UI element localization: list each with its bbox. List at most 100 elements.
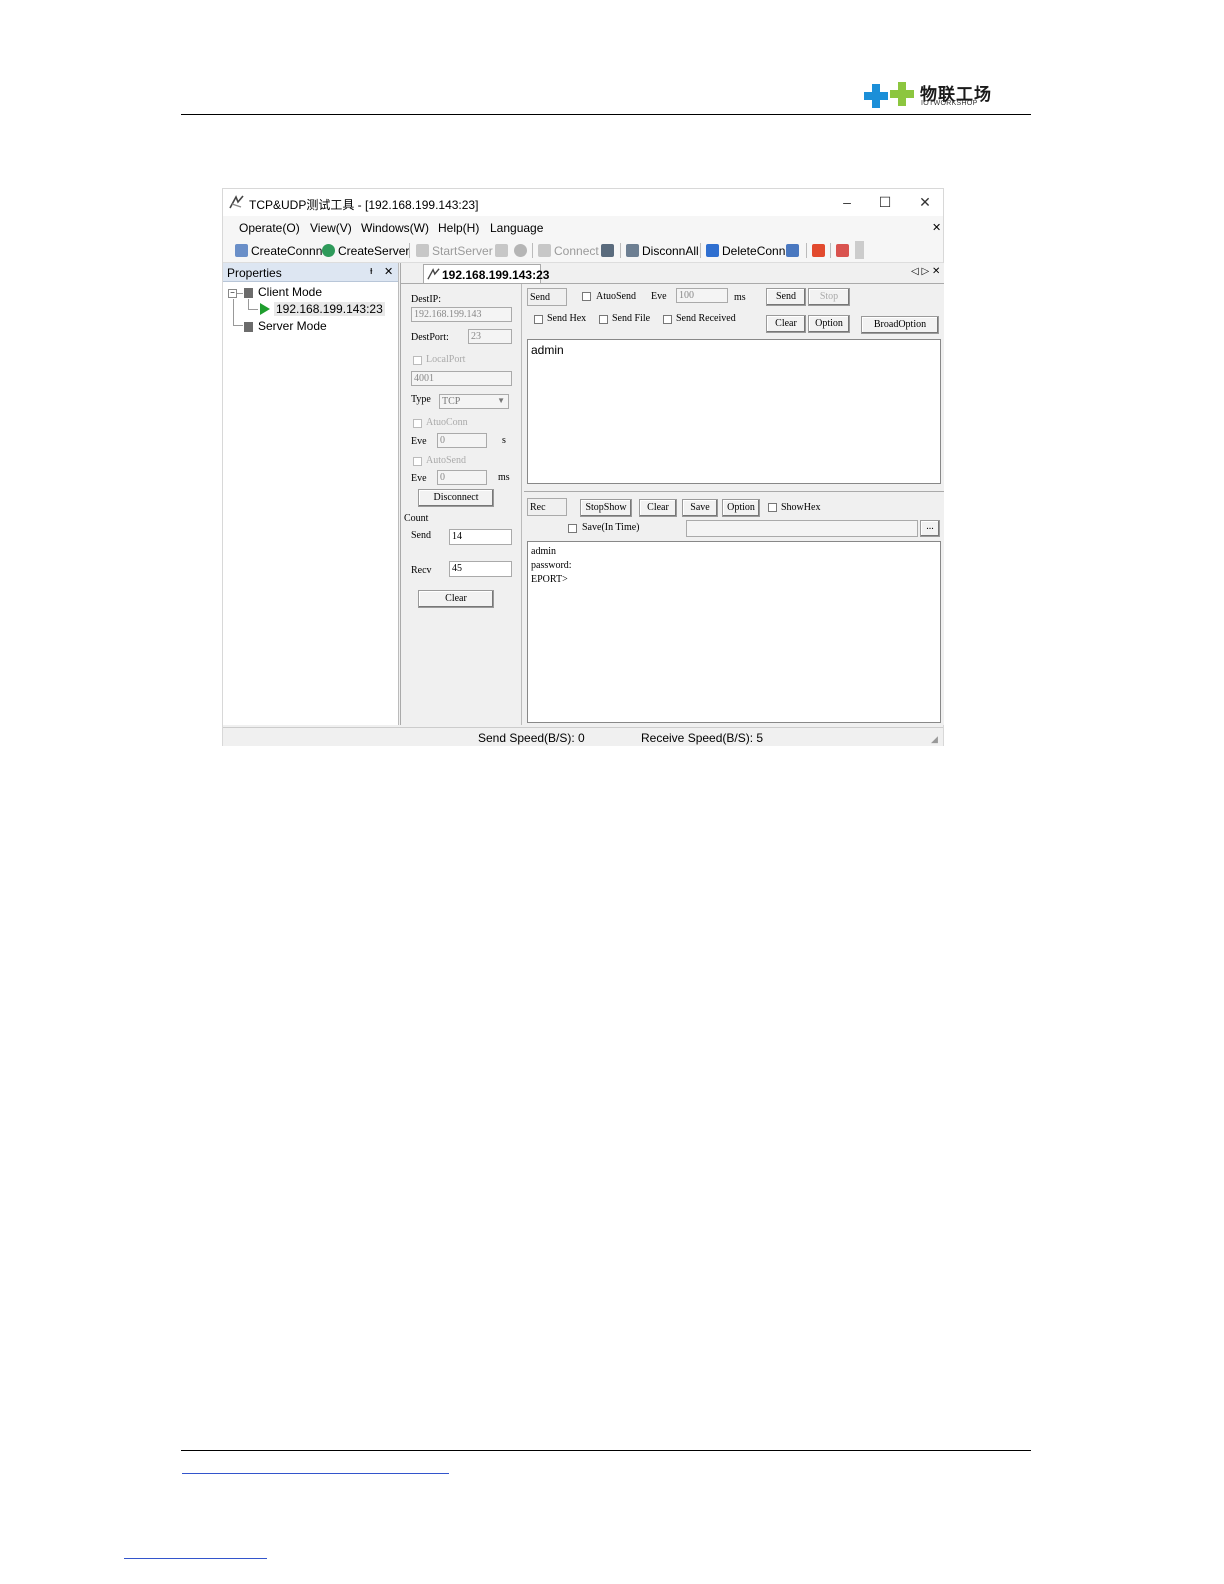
menu-operate[interactable]: Operate(O)	[239, 221, 300, 235]
receive-speed: Receive Speed(B/S): 5	[641, 731, 764, 745]
header-rule	[181, 114, 1031, 115]
connect-button[interactable]: Connect	[538, 244, 599, 258]
send-count-label: Send	[411, 530, 431, 541]
local-port-checkbox[interactable]	[413, 356, 422, 365]
recv-option-button[interactable]: Option	[722, 499, 760, 517]
auto-conn-checkbox[interactable]	[413, 419, 422, 428]
send-button[interactable]: Send	[766, 288, 806, 306]
collapse-icon[interactable]: −	[228, 289, 237, 298]
recv-clear-button[interactable]: Clear	[639, 499, 677, 517]
menu-close-icon[interactable]: ✕	[932, 221, 941, 234]
create-server-icon	[322, 244, 335, 257]
auto-send-eve-field[interactable]: 0	[437, 470, 487, 485]
stop-button[interactable]: Stop	[808, 288, 850, 306]
tab-connection[interactable]: 192.168.199.143:23	[423, 264, 549, 283]
app-window: TCP&UDP测试工具 - [192.168.199.143:23] – ☐ ✕…	[222, 188, 944, 746]
disconn-all-button[interactable]: DisconnAll	[626, 244, 699, 258]
server-settings-icon[interactable]	[514, 244, 527, 257]
tree-server-mode[interactable]: Server Mode	[258, 319, 327, 333]
tab-strip: 192.168.199.143:23 ◁ ▷ ✕	[401, 263, 944, 284]
send-file-checkbox[interactable]	[599, 315, 608, 324]
delete-conn-button[interactable]: DeleteConn	[706, 244, 785, 258]
count-clear-button[interactable]: Clear	[418, 590, 494, 608]
send-clear-button[interactable]: Clear	[766, 315, 806, 333]
auto-conn-eve-field[interactable]: 0	[437, 433, 487, 448]
window-title: TCP&UDP测试工具 - [192.168.199.143:23]	[249, 198, 479, 212]
send-file-label: Send File	[612, 313, 651, 324]
logo-en-text: IOTWORKSHOP	[921, 100, 978, 107]
show-hex-checkbox[interactable]	[768, 503, 777, 512]
power-icon[interactable]	[812, 244, 825, 257]
server-mode-icon	[244, 322, 253, 332]
resize-grip-icon[interactable]: ◢	[931, 734, 938, 745]
receive-textarea: admin password: EPORT>	[527, 541, 941, 723]
receive-section: Rec StopShow Clear Save Option ShowHex S…	[524, 495, 944, 725]
stop-show-button[interactable]: StopShow	[580, 499, 632, 517]
recv-count-label: Recv	[411, 565, 432, 576]
send-hex-label: Send Hex	[547, 313, 587, 324]
disconnect-button[interactable]: Disconnect	[418, 489, 494, 507]
type-select[interactable]: TCP ▼	[439, 394, 509, 409]
dest-port-field[interactable]: 23	[468, 329, 512, 344]
menu-windows[interactable]: Windows(W)	[361, 221, 429, 235]
title-bar: TCP&UDP测试工具 - [192.168.199.143:23] – ☐ ✕	[223, 189, 943, 216]
auto-send-label: AutoSend	[426, 455, 466, 466]
minimize-button[interactable]: –	[833, 192, 861, 212]
properties-close-icon[interactable]: ✕	[384, 265, 393, 278]
auto-send-top-label: AtuoSend	[596, 291, 636, 302]
save-in-time-label: Save(In Time)	[582, 522, 640, 533]
send-received-checkbox[interactable]	[663, 315, 672, 324]
send-count-field[interactable]: 14	[449, 529, 512, 545]
send-option-button[interactable]: Option	[808, 315, 850, 333]
menu-language[interactable]: Language	[490, 221, 543, 235]
stop-server-icon[interactable]	[495, 244, 508, 257]
send-eve-label: Eve	[651, 291, 667, 302]
tree-connection-item[interactable]: 192.168.199.143:23	[274, 302, 385, 316]
send-eve-field[interactable]: 100	[676, 288, 728, 303]
save-path-field[interactable]	[686, 520, 918, 537]
disconnect-icon[interactable]	[601, 244, 614, 257]
menu-help[interactable]: Help(H)	[438, 221, 479, 235]
close-button[interactable]: ✕	[911, 192, 939, 212]
count-label: Count	[404, 513, 429, 524]
dest-ip-field[interactable]: 192.168.199.143	[411, 307, 512, 322]
local-port-field[interactable]: 4001	[411, 371, 512, 386]
save-button[interactable]: Save	[682, 499, 718, 517]
maximize-button[interactable]: ☐	[871, 192, 899, 212]
unit-ms-label: ms	[498, 472, 510, 483]
tree-client-mode[interactable]: Client Mode	[258, 285, 322, 299]
save-in-time-checkbox[interactable]	[568, 524, 577, 533]
footer-link-underline[interactable]	[182, 1473, 449, 1474]
send-hex-checkbox[interactable]	[534, 315, 543, 324]
local-port-label: LocalPort	[426, 354, 466, 365]
send-recv-divider	[524, 491, 944, 492]
footer-link-underline-2[interactable]	[124, 1558, 267, 1559]
unit-s-label: s	[502, 435, 506, 446]
menu-view[interactable]: View(V)	[310, 221, 352, 235]
tab-nav-icons[interactable]: ◁ ▷ ✕	[911, 266, 940, 277]
broad-option-button[interactable]: BroadOption	[861, 316, 939, 334]
properties-header: Properties ᵻ ✕	[223, 263, 398, 282]
show-hex-label: ShowHex	[781, 502, 821, 513]
auto-send-checkbox[interactable]	[413, 457, 422, 466]
pin-icon[interactable]: ᵻ	[370, 265, 372, 277]
rec-tag: Rec	[527, 498, 567, 516]
receive-line: admin	[531, 546, 556, 557]
network-icon[interactable]	[786, 244, 799, 257]
connection-panel: 192.168.199.143:23 ◁ ▷ ✕ DestIP: 192.168…	[400, 263, 944, 725]
recv-count-field[interactable]: 45	[449, 561, 512, 577]
exit-icon[interactable]	[836, 244, 849, 257]
client-mode-icon	[244, 288, 253, 298]
browse-button[interactable]: ...	[920, 520, 940, 537]
toolbar-overflow-icon[interactable]	[855, 241, 864, 259]
properties-pane: Properties ᵻ ✕ − Client Mode 192.168.199…	[223, 263, 399, 725]
send-textarea[interactable]: admin	[527, 339, 941, 484]
connect-icon	[538, 244, 551, 257]
send-speed: Send Speed(B/S): 0	[478, 731, 585, 745]
create-conn-button[interactable]: CreateConnn	[235, 244, 322, 258]
menu-bar: Operate(O) View(V) Windows(W) Help(H) La…	[223, 216, 943, 238]
auto-send-top-checkbox[interactable]	[582, 292, 591, 301]
start-server-button[interactable]: StartServer	[416, 244, 493, 258]
send-tag: Send	[527, 288, 567, 306]
create-server-button[interactable]: CreateServer	[322, 244, 409, 258]
